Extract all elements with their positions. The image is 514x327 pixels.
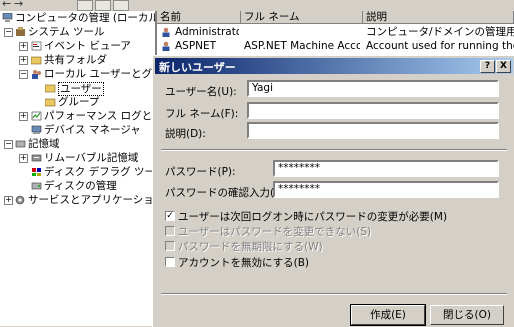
device-manager-icon xyxy=(31,125,42,134)
user-list: 名前 フル ネーム 説明 Administrator コンピュータ/ドメインの管… xyxy=(157,11,514,57)
dialog-title: 新しいユーザー xyxy=(159,61,236,74)
separator xyxy=(161,149,507,151)
expand-icon[interactable]: + xyxy=(19,42,28,51)
expand-collapse-icon[interactable]: − xyxy=(4,28,13,37)
must-change-password-label[interactable]: ユーザーは次回ログオン時にパスワードの変更が必要(M) xyxy=(178,209,447,224)
create-button[interactable]: 作成(E) xyxy=(350,304,426,326)
expand-icon[interactable]: + xyxy=(19,56,28,65)
disk-management-icon xyxy=(31,182,42,190)
cannot-change-password-checkbox[interactable] xyxy=(165,226,175,236)
fullname-field[interactable] xyxy=(247,102,499,119)
column-header-fullname[interactable]: フル ネーム xyxy=(241,11,363,24)
toolbar-button-1[interactable] xyxy=(77,0,93,11)
expand-collapse-icon[interactable]: − xyxy=(19,70,28,79)
removable-storage-icon xyxy=(31,154,42,162)
list-row[interactable]: ASPNET ASP.NET Machine Account Account u… xyxy=(157,39,514,53)
cannot-change-password-label[interactable]: ユーザーはパスワードを変更できない(S) xyxy=(178,224,371,239)
event-viewer-icon xyxy=(31,41,42,51)
user-description: コンピュータ/ドメインの管理用 (ビル xyxy=(366,26,514,38)
confirm-password-field[interactable]: ******** xyxy=(273,181,499,198)
description-label: 説明(D): xyxy=(165,128,206,140)
list-row[interactable]: Administrator コンピュータ/ドメインの管理用 (ビル xyxy=(157,25,514,39)
folder-icon xyxy=(45,98,56,107)
dialog-titlebar[interactable]: 新しいユーザー ? X xyxy=(155,58,513,74)
toolbar-button-2[interactable] xyxy=(95,0,111,11)
new-user-dialog: 新しいユーザー ? X ユーザー名(U): Yagi フル ネーム(F): 説明… xyxy=(152,55,514,327)
username-field[interactable]: Yagi xyxy=(247,80,499,97)
users-icon xyxy=(32,70,41,79)
expand-collapse-icon[interactable]: − xyxy=(4,140,13,149)
help-icon[interactable]: ? xyxy=(480,60,495,73)
defrag-icon xyxy=(32,168,41,176)
separator xyxy=(161,293,507,295)
fullname-label: フル ネーム(F): xyxy=(165,108,239,120)
expand-icon[interactable]: + xyxy=(4,196,13,205)
folder-icon xyxy=(45,84,56,93)
password-label: パスワード(P): xyxy=(165,166,236,178)
account-disabled-label[interactable]: アカウントを無効にする(B) xyxy=(178,255,309,270)
column-header-name[interactable]: 名前 xyxy=(157,11,241,24)
column-header-description[interactable]: 説明 xyxy=(363,11,514,24)
performance-icon xyxy=(31,111,42,121)
account-disabled-checkbox[interactable] xyxy=(165,257,175,267)
description-field[interactable] xyxy=(247,122,499,139)
close-icon[interactable]: X xyxy=(496,60,511,73)
expand-icon[interactable]: + xyxy=(19,154,28,163)
user-name: Administrator xyxy=(175,26,239,38)
toolbar-button-3[interactable] xyxy=(113,0,129,11)
console-tree: コンピュータの管理 (ローカル) − システム ツール + イベント ビューア … xyxy=(0,11,157,326)
tools-icon xyxy=(16,27,25,36)
confirm-password-label: パスワードの確認入力(C): xyxy=(165,187,290,199)
forward-arrow-icon[interactable]: → xyxy=(14,0,23,10)
services-icon xyxy=(15,195,25,205)
toolbar: ← → xyxy=(0,0,514,11)
expand-icon[interactable]: + xyxy=(19,112,28,121)
username-label: ユーザー名(U): xyxy=(165,86,237,98)
user-description: Account used for running the AS xyxy=(366,40,514,52)
user-fullname: ASP.NET Machine Account xyxy=(244,40,360,52)
password-field[interactable]: ******** xyxy=(273,160,499,177)
must-change-password-checkbox[interactable]: ✓ xyxy=(165,211,175,221)
password-never-expires-checkbox[interactable] xyxy=(165,241,175,251)
storage-icon xyxy=(15,140,26,148)
user-icon xyxy=(162,41,170,51)
computer-icon xyxy=(2,13,13,22)
user-name: ASPNET xyxy=(175,40,217,52)
close-button[interactable]: 閉じる(O) xyxy=(430,305,504,325)
password-never-expires-label[interactable]: パスワードを無期限にする(W) xyxy=(178,239,323,254)
shared-folder-icon xyxy=(31,56,42,65)
back-arrow-icon[interactable]: ← xyxy=(2,0,11,10)
user-icon xyxy=(162,27,170,37)
